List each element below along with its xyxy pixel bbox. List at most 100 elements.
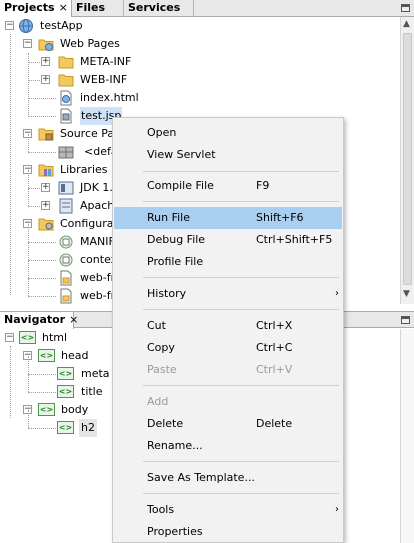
tree-guide [28,374,56,375]
tree-guide [28,410,29,428]
menu-item-properties[interactable]: Properties [114,521,342,543]
collapse-icon[interactable]: − [5,333,14,342]
menu-item-label: View Servlet [147,148,216,161]
menu-item-add[interactable]: Add [114,391,342,413]
menu-item-label: Copy [147,341,175,354]
tree-label: WEB-INF [80,73,128,86]
html-file-icon [60,90,72,106]
menu-item-rename[interactable]: Rename... [114,435,342,457]
menu-separator [143,461,339,462]
close-icon[interactable]: × [69,313,78,326]
tree-item-index-html[interactable]: index.html [0,89,300,107]
tree-label: web-fr [80,289,116,302]
xml-tag-icon: <> [19,331,36,344]
folder-icon [58,56,74,69]
tree-guide [28,296,56,297]
vertical-scrollbar[interactable]: ▲ ▼ [400,17,414,304]
xml-tag-icon: <> [38,403,55,416]
maximize-icon[interactable] [401,4,410,12]
submenu-arrow-icon: › [335,288,339,299]
menu-item-shortcut: Ctrl+C [256,341,293,354]
menu-separator [143,171,339,172]
menu-item-shortcut: F9 [256,179,270,192]
manifest-file-icon [59,235,73,249]
tree-guide [28,278,56,279]
menu-item-run-file[interactable]: Run File Shift+F6 [114,207,342,229]
config-folder-icon [38,218,54,231]
tree-label: Apach [80,199,115,212]
expand-icon[interactable]: + [41,57,50,66]
tab-services[interactable]: Services [124,0,194,17]
tree-guide [28,152,56,153]
scroll-down-icon[interactable]: ▼ [403,289,410,299]
menu-item-view-servlet[interactable]: View Servlet [114,144,342,166]
xml-tag-icon: <> [38,349,55,362]
vertical-scrollbar[interactable] [400,329,414,543]
tree-label: testApp [40,19,83,32]
menu-item-label: Open [147,126,177,139]
tree-label: body [61,403,89,416]
collapse-icon[interactable]: − [23,39,32,48]
menu-item-shortcut: Ctrl+X [256,319,293,332]
menu-item-delete[interactable]: Delete Delete [114,413,342,435]
menu-item-label: Run File [147,211,190,224]
scroll-up-icon[interactable]: ▲ [403,19,410,29]
menu-item-label: Cut [147,319,166,332]
menu-item-history[interactable]: History › [114,283,342,305]
menu-item-compile-file[interactable]: Compile File F9 [114,175,342,197]
tree-item-web-pages[interactable]: − Web Pages [0,35,300,53]
tree-label: Libraries [60,163,108,176]
menu-item-label: Tools [147,503,175,516]
tree-label: title [81,385,103,398]
scrollbar-thumb[interactable] [403,33,412,285]
menu-item-profile-file[interactable]: Profile File [114,251,342,273]
menu-item-shortcut: Delete [256,417,293,430]
menu-item-open[interactable]: Open [114,122,342,144]
tree-label: JDK 1. [80,181,113,194]
menu-item-shortcut: Ctrl+Shift+F5 [256,233,333,246]
menu-item-debug-file[interactable]: Debug File Ctrl+Shift+F5 [114,229,342,251]
expand-icon[interactable]: + [41,183,50,192]
tree-item-meta-inf[interactable]: + META-INF [0,53,300,71]
menu-separator [143,385,339,386]
menu-item-paste[interactable]: Paste Ctrl+V [114,359,342,381]
close-icon[interactable]: × [59,1,68,14]
xml-tag-icon: <> [57,421,74,434]
tree-label: META-INF [80,55,132,68]
menu-separator [143,309,339,310]
menu-item-label: Save As Template... [147,471,255,484]
tab-navigator[interactable]: Navigator × [0,312,78,329]
package-icon [58,146,74,159]
context-menu: Open View Servlet Compile File F9 Run Fi… [112,117,344,543]
xml-file-icon [59,253,73,267]
tree-item-testapp[interactable]: − testApp [0,17,300,35]
menu-item-shortcut: Shift+F6 [256,211,304,224]
menu-item-tools[interactable]: Tools › [114,499,342,521]
maximize-icon[interactable] [401,316,410,324]
tab-files[interactable]: Files [72,0,124,17]
tree-guide [28,62,42,63]
globe-icon [19,19,33,33]
collapse-icon[interactable]: − [5,21,14,30]
tree-guide [28,188,42,189]
menu-item-label: Paste [147,363,177,376]
menu-item-label: Debug File [147,233,206,246]
tree-label: head [61,349,89,362]
menu-item-copy[interactable]: Copy Ctrl+C [114,337,342,359]
menu-item-save-as-template[interactable]: Save As Template... [114,467,342,489]
submenu-arrow-icon: › [335,504,339,515]
menu-item-label: Compile File [147,179,214,192]
expand-icon[interactable]: + [41,201,50,210]
tree-item-web-inf[interactable]: + WEB-INF [0,71,300,89]
tree-guide [28,392,56,393]
expand-icon[interactable]: + [41,75,50,84]
menu-item-shortcut: Ctrl+V [256,363,293,376]
folder-icon [58,74,74,87]
menu-item-label: History [147,287,187,300]
tab-projects[interactable]: Projects × [0,0,72,17]
tree-guide [28,260,56,261]
tree-label: Configurat [60,217,118,230]
menu-item-cut[interactable]: Cut Ctrl+X [114,315,342,337]
menu-item-label: Profile File [147,255,204,268]
menu-separator [143,493,339,494]
